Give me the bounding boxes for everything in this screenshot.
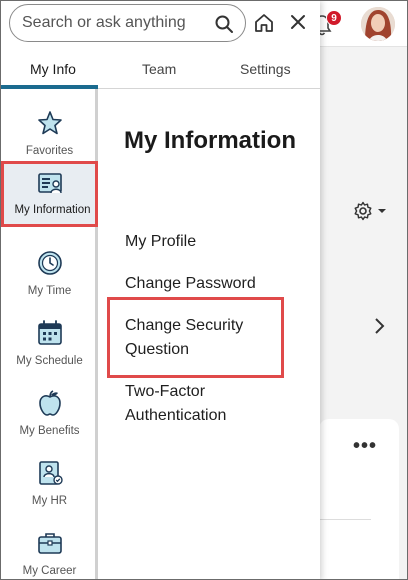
sidebar: Favorites My Information My Time My Sche… — [1, 89, 98, 579]
sidebar-item-favorites[interactable]: Favorites — [1, 101, 98, 167]
navigation-drawer: My Info Team Settings Favorites — [1, 1, 320, 579]
tab-team[interactable]: Team — [142, 61, 176, 77]
chevron-right-icon[interactable] — [373, 317, 385, 335]
change-password-link[interactable]: Change Password — [125, 272, 256, 296]
sidebar-item-label: My Schedule — [16, 355, 83, 367]
tab-bar: My Info Team Settings — [1, 51, 320, 89]
sidebar-item-label: Favorites — [25, 145, 74, 157]
sidebar-item-label: My Career — [22, 565, 77, 577]
user-photo-icon — [361, 7, 395, 41]
my-profile-link[interactable]: My Profile — [125, 230, 196, 254]
close-icon[interactable] — [289, 13, 307, 31]
tab-settings[interactable]: Settings — [240, 61, 291, 77]
sidebar-item-my-career[interactable]: My Career — [1, 521, 98, 579]
two-factor-authentication-link[interactable]: Two-Factor Authentication — [125, 380, 275, 428]
hr-profile-icon — [39, 461, 63, 485]
home-icon[interactable] — [253, 12, 275, 34]
search-box — [9, 4, 246, 42]
search-icon[interactable] — [214, 14, 234, 34]
app-window: 9 ••• Search or ask anything My Info Tea… — [0, 0, 408, 580]
clock-icon — [38, 251, 62, 275]
gear-icon — [354, 201, 372, 221]
sidebar-item-label: My HR — [31, 495, 68, 507]
sidebar-item-my-schedule[interactable]: My Schedule — [1, 311, 98, 377]
more-options-icon[interactable]: ••• — [353, 436, 377, 456]
page-settings-button[interactable] — [353, 201, 387, 221]
sidebar-item-my-hr[interactable]: My HR — [1, 451, 98, 517]
sidebar-item-my-benefits[interactable]: My Benefits — [1, 381, 98, 447]
sidebar-item-my-information[interactable]: My Information — [1, 161, 98, 227]
avatar[interactable] — [361, 7, 395, 41]
calendar-icon — [38, 320, 62, 345]
notification-badge: 9 — [326, 10, 342, 26]
divider — [319, 519, 371, 520]
id-card-icon — [38, 173, 62, 194]
search-input[interactable] — [22, 14, 192, 32]
apple-icon — [39, 390, 61, 416]
sidebar-item-label: My Time — [27, 285, 72, 297]
briefcase-icon — [38, 533, 62, 554]
sidebar-item-my-time[interactable]: My Time — [1, 241, 98, 307]
caret-down-icon — [378, 209, 386, 213]
tab-my-info[interactable]: My Info — [30, 61, 76, 77]
sidebar-item-label: My Benefits — [19, 425, 80, 437]
star-icon — [38, 111, 62, 135]
selection-highlight — [107, 297, 284, 378]
page-title: My Information — [124, 127, 296, 154]
sidebar-item-label: My Information — [14, 204, 91, 216]
